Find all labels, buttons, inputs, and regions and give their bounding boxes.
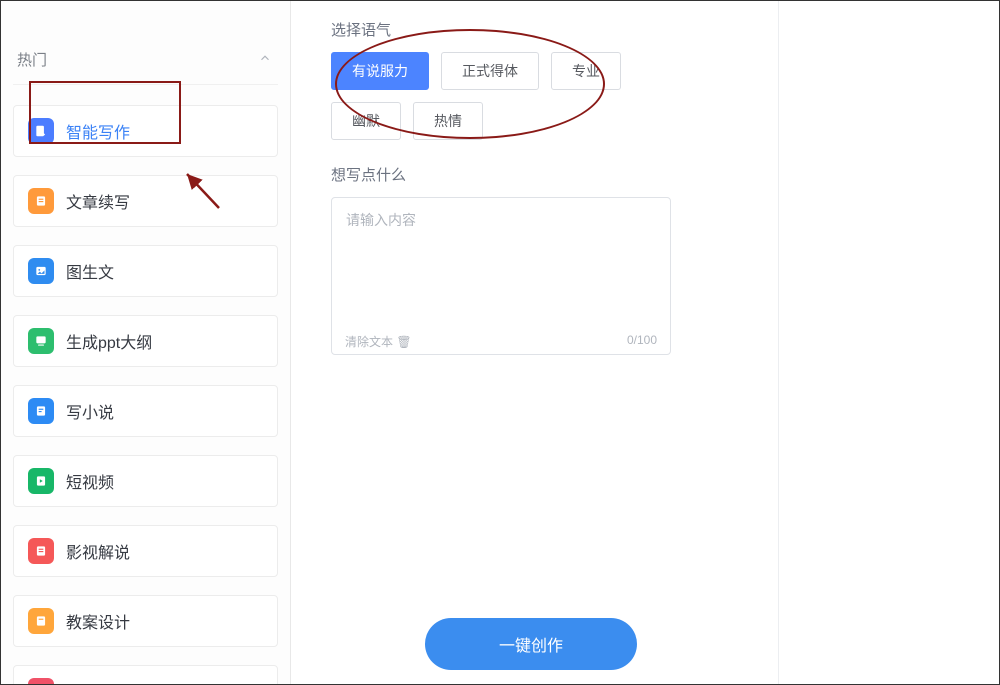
sidebar-item-image-to-text[interactable]: 图生文 [13, 245, 278, 297]
sidebar-item-poetry[interactable]: 诗 诗歌情诗 [13, 665, 278, 684]
sidebar-item-label: 诗歌情诗 [66, 679, 130, 684]
tone-humorous[interactable]: 幽默 [331, 102, 401, 140]
tone-enthusiastic[interactable]: 热情 [413, 102, 483, 140]
sidebar-item-label: 短视频 [66, 469, 114, 493]
sidebar: 热门 智能写作 文章续写 图生文 [1, 1, 291, 684]
create-button[interactable]: 一键创作 [425, 618, 637, 670]
sidebar-section-header[interactable]: 热门 [13, 39, 278, 85]
image-text-icon [28, 258, 54, 284]
sidebar-item-movie-commentary[interactable]: 影视解说 [13, 525, 278, 577]
sidebar-item-smart-writing[interactable]: 智能写作 [13, 105, 278, 157]
sidebar-item-label: 智能写作 [66, 119, 130, 143]
sidebar-section-title: 热门 [17, 49, 47, 70]
slides-icon [28, 328, 54, 354]
doc-lines-icon [28, 188, 54, 214]
sidebar-item-label: 生成ppt大纲 [66, 329, 152, 353]
sidebar-item-novel[interactable]: 写小说 [13, 385, 278, 437]
trash-icon: 🗑 [396, 335, 411, 349]
plan-icon [28, 608, 54, 634]
tone-professional[interactable]: 专业 [551, 52, 621, 90]
tone-label: 选择语气 [331, 19, 731, 40]
sidebar-item-label: 影视解说 [66, 539, 130, 563]
sidebar-item-label: 写小说 [66, 399, 114, 423]
content-input[interactable] [331, 197, 671, 355]
sidebar-item-ppt-outline[interactable]: 生成ppt大纲 [13, 315, 278, 367]
sidebar-item-label: 教案设计 [66, 609, 130, 633]
content-label: 想写点什么 [331, 164, 731, 185]
sidebar-item-continue-writing[interactable]: 文章续写 [13, 175, 278, 227]
char-counter: 0/100 [627, 333, 657, 350]
tone-formal[interactable]: 正式得体 [441, 52, 539, 90]
tone-persuasive[interactable]: 有说服力 [331, 52, 429, 90]
film-icon [28, 538, 54, 564]
video-icon [28, 468, 54, 494]
panel-divider [778, 1, 779, 684]
sidebar-item-short-video[interactable]: 短视频 [13, 455, 278, 507]
sidebar-item-label: 图生文 [66, 259, 114, 283]
poem-icon: 诗 [28, 678, 54, 684]
sidebar-item-lesson-plan[interactable]: 教案设计 [13, 595, 278, 647]
doc-edit-icon [28, 118, 54, 144]
sidebar-item-label: 文章续写 [66, 189, 130, 213]
chevron-up-icon [258, 51, 272, 69]
main-panel: 选择语气 有说服力 正式得体 专业 幽默 热情 想写点什么 清除文本 🗑 0/1… [291, 1, 771, 684]
doc-icon [28, 398, 54, 424]
clear-text-button[interactable]: 清除文本 🗑 [345, 333, 412, 350]
